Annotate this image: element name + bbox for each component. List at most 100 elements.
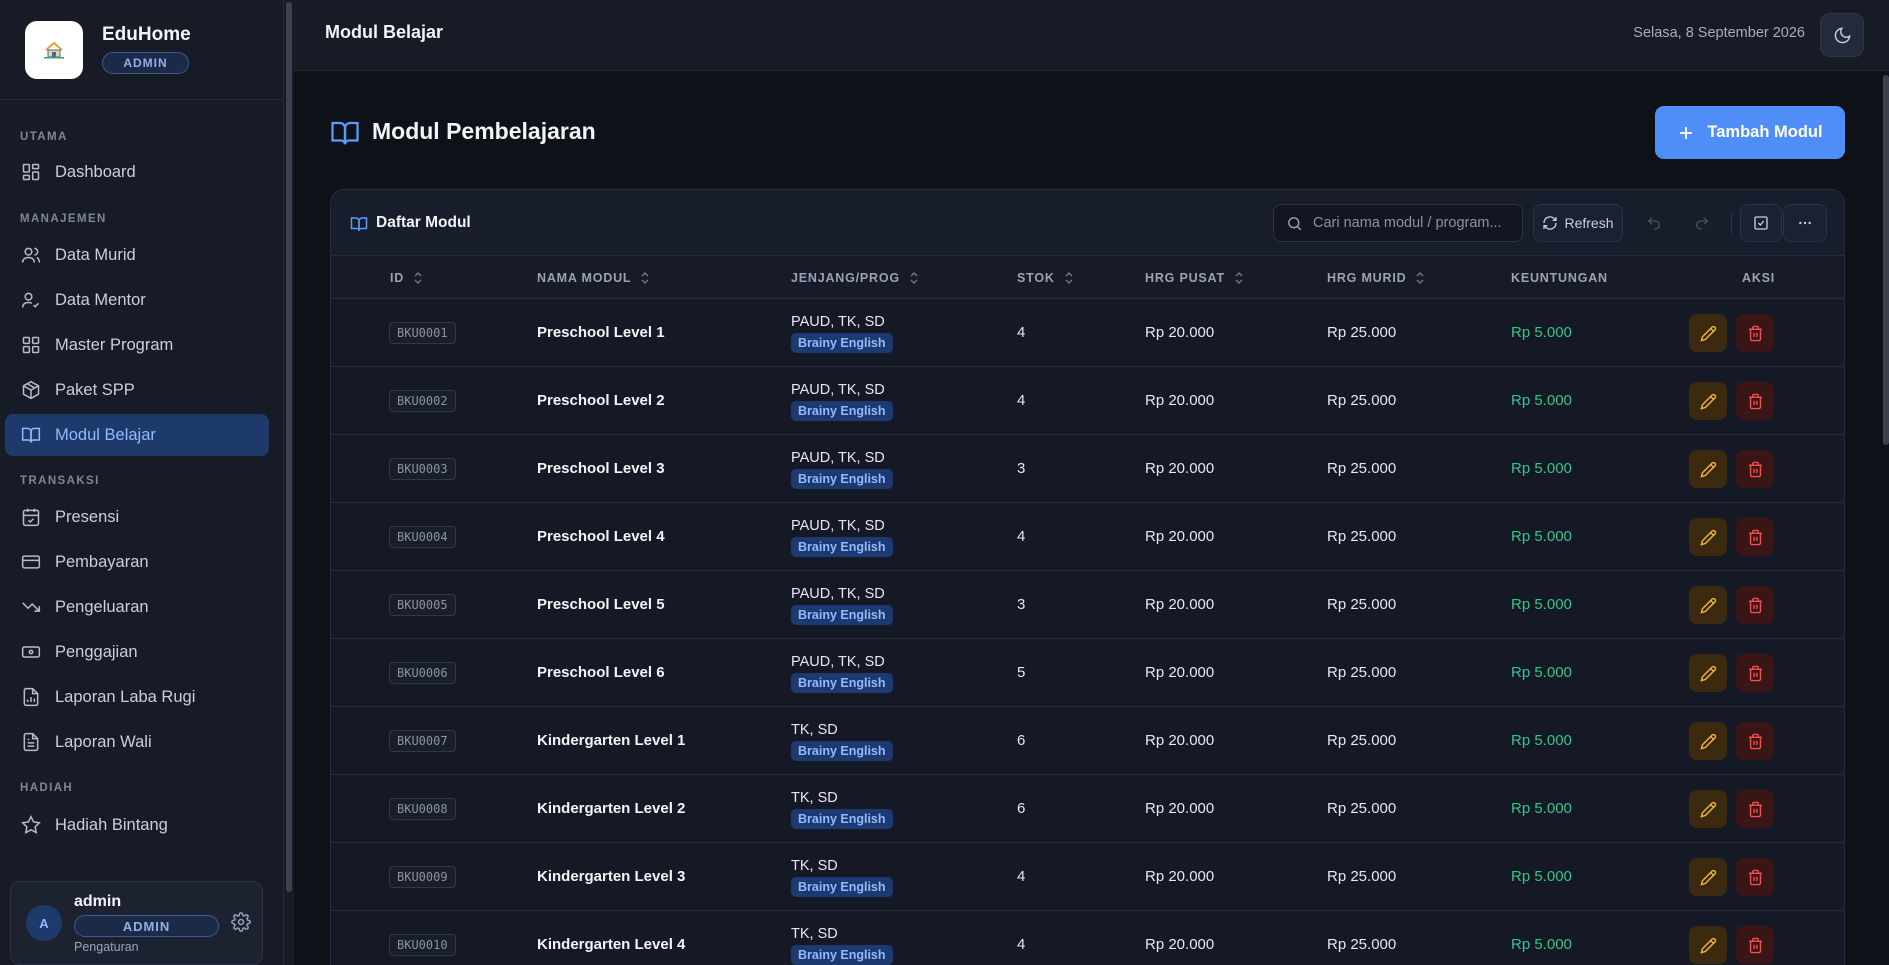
trash-icon [1748, 733, 1762, 749]
delete-button[interactable] [1736, 314, 1774, 352]
cell-level: TK, SD Brainy English [791, 707, 893, 774]
cell-level: PAUD, TK, SD Brainy English [791, 503, 893, 570]
edit-button[interactable] [1689, 314, 1727, 352]
cell-central-price: Rp 20.000 [1145, 732, 1215, 749]
column-header-student-price[interactable]: HRG MURID [1327, 256, 1425, 299]
sidebar-item-master-program[interactable]: Master Program [5, 324, 269, 366]
sidebar-item-laporan-laba-rugi[interactable]: Laporan Laba Rugi [5, 676, 269, 718]
column-header-central-price[interactable]: HRG PUSAT [1145, 256, 1244, 299]
user-role-badge: ADMIN [74, 915, 219, 937]
book-open-icon [331, 121, 359, 145]
sidebar-scrollbar[interactable] [284, 0, 294, 965]
delete-button[interactable] [1736, 518, 1774, 556]
module-id-chip: BKU0008 [389, 797, 456, 820]
edit-button[interactable] [1689, 450, 1727, 488]
edit-button[interactable] [1689, 586, 1727, 624]
sidebar-item-data-mentor[interactable]: Data Mentor [5, 279, 269, 321]
edit-button[interactable] [1689, 858, 1727, 896]
edit-button[interactable] [1689, 382, 1727, 420]
sort-icon [1416, 271, 1424, 284]
cell-central-price: Rp 20.000 [1145, 664, 1215, 681]
sidebar-scrollbar-thumb[interactable] [286, 2, 292, 892]
sidebar-item-label: Laporan Laba Rugi [55, 687, 196, 706]
delete-button[interactable] [1736, 790, 1774, 828]
program-badge: Brainy English [791, 672, 893, 693]
delete-button[interactable] [1736, 858, 1774, 896]
sidebar-item-modul-belajar[interactable]: Modul Belajar [5, 414, 269, 456]
user-card[interactable]: A admin ADMIN Pengaturan [10, 881, 263, 965]
delete-button[interactable] [1736, 926, 1774, 964]
cell-central-price: Rp 20.000 [1145, 392, 1215, 409]
cell-module-name: Preschool Level 4 [537, 528, 665, 545]
pencil-icon [1699, 665, 1716, 682]
column-header-id[interactable]: ID [390, 256, 423, 299]
brand-logo[interactable] [25, 21, 83, 79]
search-icon [1288, 216, 1302, 230]
trash-icon [1748, 937, 1762, 953]
delete-button[interactable] [1736, 450, 1774, 488]
table-row: BKU0003 Preschool Level 3 PAUD, TK, SD B… [331, 435, 1844, 503]
cell-profit: Rp 5.000 [1511, 800, 1572, 817]
cell-student-price: Rp 25.000 [1327, 596, 1397, 613]
cell-level: TK, SD Brainy English [791, 911, 893, 965]
sidebar-item-laporan-wali[interactable]: Laporan Wali [5, 721, 269, 763]
refresh-button[interactable]: Refresh [1533, 204, 1623, 242]
cell-id: BKU0010 [389, 911, 456, 965]
undo-icon [1647, 217, 1660, 230]
gear-icon[interactable] [231, 912, 251, 932]
cell-stock: 6 [1017, 732, 1026, 749]
column-header-label: HRG PUSAT [1145, 270, 1225, 285]
edit-button[interactable] [1689, 654, 1727, 692]
theme-toggle-button[interactable] [1820, 13, 1864, 57]
trash-icon [1748, 325, 1762, 341]
trash-icon [1748, 869, 1762, 885]
sort-icon [1065, 271, 1073, 284]
search-input[interactable] [1313, 215, 1513, 231]
delete-button[interactable] [1736, 722, 1774, 760]
sidebar-item-dashboard[interactable]: Dashboard [5, 151, 269, 193]
undo-button[interactable] [1634, 204, 1674, 242]
cell-level: PAUD, TK, SD Brainy English [791, 435, 893, 502]
banknote-icon [21, 646, 41, 658]
sidebar-item-data-murid[interactable]: Data Murid [5, 234, 269, 276]
column-header-stock[interactable]: STOK [1017, 256, 1074, 299]
main-scrollbar-thumb[interactable] [1883, 75, 1889, 445]
column-header-name[interactable]: NAMA MODUL [537, 256, 650, 299]
trending-down-icon [22, 602, 41, 612]
more-options-button[interactable] [1783, 204, 1827, 242]
cell-id: BKU0003 [389, 435, 456, 502]
user-check-icon [21, 292, 40, 308]
edit-button[interactable] [1689, 926, 1727, 964]
level-text: PAUD, TK, SD [791, 517, 885, 534]
cell-student-price: Rp 25.000 [1327, 528, 1397, 545]
edit-button[interactable] [1689, 722, 1727, 760]
sidebar-item-penggajian[interactable]: Penggajian [5, 631, 269, 673]
program-badge: Brainy English [791, 944, 893, 965]
program-badge: Brainy English [791, 400, 893, 421]
sidebar-item-paket-spp[interactable]: Paket SPP [5, 369, 269, 411]
level-text: PAUD, TK, SD [791, 585, 885, 602]
delete-button[interactable] [1736, 654, 1774, 692]
cell-profit: Rp 5.000 [1511, 528, 1572, 545]
add-module-button[interactable]: Tambah Modul [1655, 106, 1845, 159]
settings-link[interactable]: Pengaturan [74, 940, 139, 954]
cell-module-name: Preschool Level 6 [537, 664, 665, 681]
edit-button[interactable] [1689, 790, 1727, 828]
sidebar-item-pembayaran[interactable]: Pembayaran [5, 541, 269, 583]
select-mode-button[interactable] [1740, 204, 1782, 242]
delete-button[interactable] [1736, 586, 1774, 624]
redo-button[interactable] [1682, 204, 1722, 242]
cell-profit: Rp 5.000 [1511, 936, 1572, 953]
cell-central-price: Rp 20.000 [1145, 528, 1215, 545]
column-header-level[interactable]: JENJANG/PROG [791, 256, 919, 299]
sidebar-item-hadiah-bintang[interactable]: Hadiah Bintang [5, 804, 269, 846]
cell-student-price: Rp 25.000 [1327, 324, 1397, 341]
sidebar-item-pengeluaran[interactable]: Pengeluaran [5, 586, 269, 628]
role-badge: ADMIN [102, 52, 189, 74]
edit-button[interactable] [1689, 518, 1727, 556]
pencil-icon [1699, 801, 1716, 818]
delete-button[interactable] [1736, 382, 1774, 420]
search-box[interactable] [1273, 204, 1523, 242]
cell-module-name: Kindergarten Level 4 [537, 936, 686, 953]
sidebar-item-presensi[interactable]: Presensi [5, 496, 269, 538]
